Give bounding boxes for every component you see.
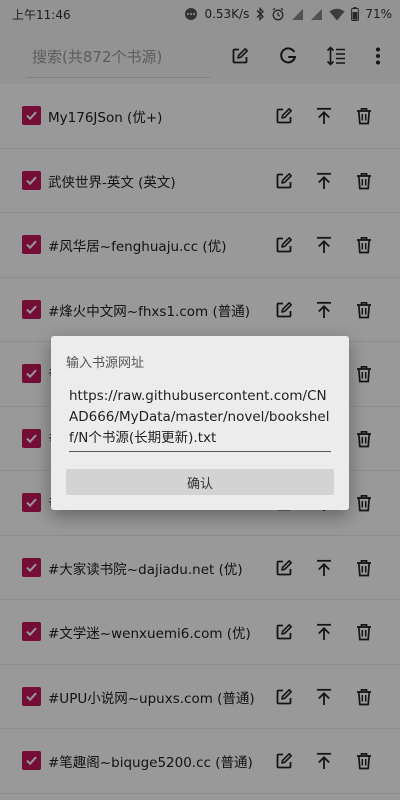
import-source-dialog: 输入书源网址 https://raw.githubusercontent.com… bbox=[51, 336, 349, 510]
dialog-title: 输入书源网址 bbox=[66, 356, 145, 371]
confirm-button[interactable]: 确认 bbox=[66, 469, 334, 495]
source-url-input[interactable]: https://raw.githubusercontent.com/CNAD66… bbox=[69, 386, 331, 452]
